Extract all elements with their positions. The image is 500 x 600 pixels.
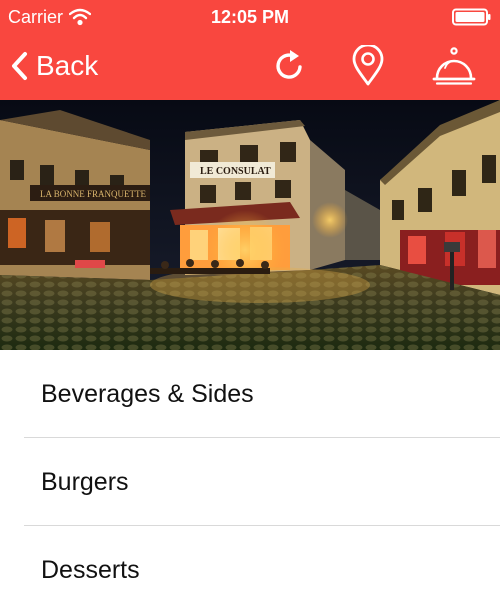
cafe-sign-text: LE CONSULAT [200,166,271,177]
menu-item-label: Beverages & Sides [41,380,254,408]
status-time: 12:05 PM [210,7,290,27]
back-button[interactable]: Back [10,48,98,84]
menu-item-label: Burgers [41,468,129,496]
menu-item-label: Desserts [41,556,140,584]
nav-bar: Back [0,34,500,100]
service-bell-icon [432,47,476,85]
chevron-left-icon [12,52,27,80]
awning-sign-text: LA BONNE FRANQUETTE [40,189,146,199]
refresh-button[interactable] [268,44,312,88]
app-screen: Carrier 12:05 PM Back LA BONNE FRANQUETT… [0,0,500,600]
location-button[interactable] [346,44,390,88]
back-label: Back [36,50,99,81]
status-bar: Carrier 12:05 PM [0,0,500,34]
header: Carrier 12:05 PM Back [0,0,500,100]
menu-item-burgers[interactable]: Burgers [0,438,500,526]
menu-item-beverages-sides[interactable]: Beverages & Sides [0,350,500,438]
menu-item-desserts[interactable]: Desserts [0,526,500,600]
refresh-icon [276,50,302,79]
menu-category-list: Beverages & Sides Burgers Desserts [0,350,500,600]
battery-icon [452,8,491,26]
restaurant-banner-image: LA BONNE FRANQUETTE LE CONSULAT [0,100,500,350]
service-bell-button[interactable] [432,44,476,88]
map-pin-icon [352,45,384,86]
